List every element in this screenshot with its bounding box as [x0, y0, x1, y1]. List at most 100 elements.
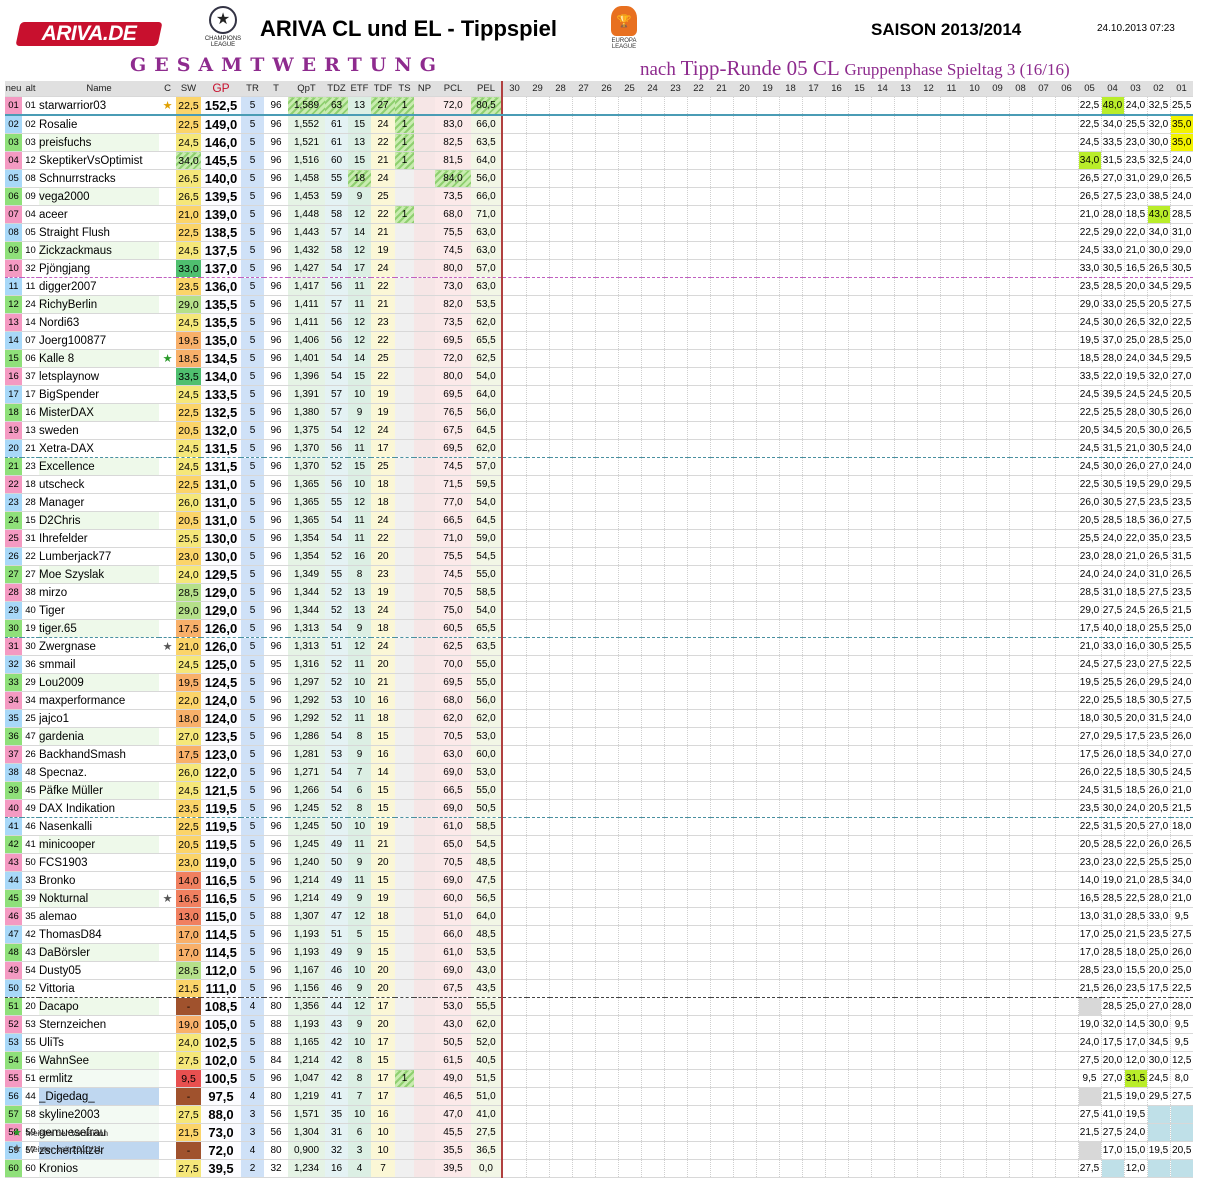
cell-name[interactable]: starwarrior03: [39, 96, 159, 116]
table-row[interactable]: 43 50 FCS1903 23,0 119,0 5 96 1,240 50 9 20 70,5 48,…: [5, 853, 1193, 872]
cell-name[interactable]: Tiger: [39, 601, 159, 620]
cell-name[interactable]: smmail: [39, 655, 159, 674]
cell-name[interactable]: ermlitz: [39, 1069, 159, 1088]
col-round[interactable]: 08: [1009, 81, 1032, 97]
col-pcl[interactable]: PCL: [435, 81, 471, 97]
cell-name[interactable]: SkeptikerVsOptimist: [39, 151, 159, 170]
col-round[interactable]: 20: [733, 81, 756, 97]
cell-name[interactable]: Nokturnal: [39, 889, 159, 908]
cell-name[interactable]: BigSpender: [39, 385, 159, 404]
cell-name[interactable]: Lumberjack77: [39, 547, 159, 566]
table-row[interactable]: 51 20 Dacapo -108,5 4 80 1,356 44 12 17 53,0 55,5 28…: [5, 997, 1193, 1016]
table-row[interactable]: 15 06 Kalle 8 ★ 18,5 134,5 5 96 1,401 54 14 25 72,0 6…: [5, 349, 1193, 368]
col-np[interactable]: NP: [414, 81, 435, 97]
table-row[interactable]: 17 17 BigSpender 24,5 133,5 5 96 1,391 57 10 19 69,…: [5, 385, 1193, 404]
col-t[interactable]: T: [264, 81, 288, 97]
table-row[interactable]: 57 58 skyline2003 27,5 88,0 3 56 1,571 35 10 16 47,…: [5, 1105, 1193, 1124]
col-round-recent[interactable]: 04: [1101, 81, 1124, 97]
table-row[interactable]: 56 44 _Digedag_ -97,5 4 80 1,219 41 7 17 46,5 51,0 2…: [5, 1087, 1193, 1106]
cell-name[interactable]: DAX Indikation: [39, 799, 159, 818]
col-name[interactable]: Name: [39, 81, 159, 97]
table-row[interactable]: 18 16 MisterDAX 22,5 132,5 5 96 1,380 57 9 19 76,5 5…: [5, 403, 1193, 422]
col-neu[interactable]: neu: [5, 81, 22, 97]
col-etf[interactable]: ETF: [348, 81, 371, 97]
table-row[interactable]: 53 55 UliTs 24,0 102,5 5 88 1,165 42 10 17 50,5 52,0…: [5, 1033, 1193, 1052]
table-row[interactable]: 37 26 BackhandSmash 17,5 123,0 5 96 1,281 53 9 16 6…: [5, 745, 1193, 764]
col-round[interactable]: 14: [871, 81, 894, 97]
cell-name[interactable]: Vittoria: [39, 979, 159, 998]
cell-name[interactable]: mirzo: [39, 583, 159, 602]
table-row[interactable]: 41 46 Nasenkalli 22,5 119,5 5 96 1,245 50 10 19 61,…: [5, 817, 1193, 836]
col-round[interactable]: 23: [664, 81, 687, 97]
table-row[interactable]: 46 35 alemao 13,0 115,0 5 88 1,307 47 12 18 51,0 64,…: [5, 907, 1193, 926]
table-row[interactable]: 31 30 Zwergnase ★ 21,0 126,0 5 96 1,313 51 12 24 62,…: [5, 637, 1193, 656]
col-round[interactable]: 12: [917, 81, 940, 97]
cell-name[interactable]: DaBörsler: [39, 943, 159, 962]
table-row[interactable]: 36 47 gardenia 27,0 123,5 5 96 1,286 54 8 15 70,5 53…: [5, 727, 1193, 746]
table-row[interactable]: 50 52 Vittoria 21,5 111,0 5 96 1,156 46 9 20 67,5 43…: [5, 979, 1193, 998]
table-row[interactable]: 44 33 Bronko 14,0 116,5 5 96 1,214 49 11 15 69,0 47,…: [5, 871, 1193, 890]
cell-name[interactable]: MisterDAX: [39, 403, 159, 422]
table-row[interactable]: 27 27 Moe Szyslak 24,0 129,5 5 96 1,349 55 8 23 74,…: [5, 565, 1193, 584]
cell-name[interactable]: Sternzeichen: [39, 1015, 159, 1034]
cell-name[interactable]: Kalle 8: [39, 349, 159, 368]
cell-name[interactable]: Pjöngjang: [39, 259, 159, 278]
table-row[interactable]: 20 21 Xetra-DAX 24,5 131,5 5 96 1,370 56 11 17 69,5…: [5, 439, 1193, 458]
table-row[interactable]: 24 15 D2Chris 20,5 131,0 5 96 1,365 54 11 24 66,5 64…: [5, 511, 1193, 530]
cell-name[interactable]: Rosalie: [39, 115, 159, 134]
cell-name[interactable]: FCS1903: [39, 853, 159, 872]
col-round[interactable]: 22: [687, 81, 710, 97]
table-row[interactable]: 29 40 Tiger 29,0 129,0 5 96 1,344 52 13 24 75,0 54,0…: [5, 601, 1193, 620]
col-round[interactable]: 21: [710, 81, 733, 97]
table-row[interactable]: 49 54 Dusty05 28,5 112,0 5 96 1,167 46 10 20 69,0 43…: [5, 961, 1193, 980]
table-row[interactable]: 26 22 Lumberjack77 23,0 130,0 5 96 1,354 52 16 20 7…: [5, 547, 1193, 566]
cell-name[interactable]: minicooper: [39, 835, 159, 854]
col-round[interactable]: 10: [963, 81, 986, 97]
table-row[interactable]: 55 51 ermlitz 9,5 100,5 5 96 1,047 42 8 17 1 49,0 51,…: [5, 1069, 1193, 1088]
cell-name[interactable]: Straight Flush: [39, 223, 159, 242]
table-row[interactable]: 04 12 SkeptikerVsOptimist 34,0 145,5 5 96 1,516…: [5, 151, 1193, 170]
col-round-recent[interactable]: 03: [1124, 81, 1147, 97]
cell-name[interactable]: Joerg100877: [39, 331, 159, 350]
col-round[interactable]: 09: [986, 81, 1009, 97]
table-row[interactable]: 25 31 Ihrefelder 25,5 130,0 5 96 1,354 54 11 22 71,…: [5, 529, 1193, 548]
col-round[interactable]: 25: [618, 81, 641, 97]
col-tdf[interactable]: TDF: [371, 81, 395, 97]
cell-name[interactable]: Xetra-DAX: [39, 439, 159, 458]
table-row[interactable]: 54 56 WahnSee 27,5 102,0 5 84 1,214 42 8 15 61,5 40,…: [5, 1051, 1193, 1070]
table-row[interactable]: 01 01 starwarrior03 ★ 22,5 152,5 5 96 1,589 63 13 2…: [5, 96, 1193, 116]
col-round[interactable]: 19: [756, 81, 779, 97]
col-round-recent[interactable]: 05: [1078, 81, 1101, 97]
col-sw[interactable]: SW: [176, 81, 201, 97]
cell-name[interactable]: Bronko: [39, 871, 159, 890]
table-row[interactable]: 40 49 DAX Indikation 23,5 119,5 5 96 1,245 52 8 15…: [5, 799, 1193, 818]
col-round[interactable]: 06: [1055, 81, 1078, 97]
cell-name[interactable]: Lou2009: [39, 673, 159, 692]
col-round[interactable]: 17: [802, 81, 825, 97]
cell-name[interactable]: Zwergnase: [39, 637, 159, 656]
cell-name[interactable]: Ihrefelder: [39, 529, 159, 548]
table-row[interactable]: 42 41 minicooper 20,5 119,5 5 96 1,245 49 11 21 65,…: [5, 835, 1193, 854]
cell-name[interactable]: _Digedag_: [39, 1087, 159, 1106]
col-ts[interactable]: TS: [395, 81, 414, 97]
col-round[interactable]: 27: [572, 81, 595, 97]
cell-name[interactable]: Päfke Müller: [39, 781, 159, 800]
col-pel[interactable]: PEL: [471, 81, 503, 97]
col-tr[interactable]: TR: [241, 81, 264, 97]
table-row[interactable]: 19 13 sweden 20,5 132,0 5 96 1,375 54 12 24 67,5 64,…: [5, 421, 1193, 440]
table-row[interactable]: 07 04 aceer 21,0 139,0 5 96 1,448 58 12 22 1 68,0 71,…: [5, 205, 1193, 224]
table-row[interactable]: 09 10 Zickzackmaus 24,5 137,5 5 96 1,432 58 12 19 7…: [5, 241, 1193, 260]
cell-name[interactable]: Kronios: [39, 1159, 159, 1178]
table-row[interactable]: 23 28 Manager 26,0 131,0 5 96 1,365 55 12 18 77,0 54…: [5, 493, 1193, 512]
cell-name[interactable]: letsplaynow: [39, 367, 159, 386]
table-row[interactable]: 21 23 Excellence 24,5 131,5 5 96 1,370 52 15 25 74,…: [5, 457, 1193, 476]
table-row[interactable]: 08 05 Straight Flush 22,5 138,5 5 96 1,443 57 14 2…: [5, 223, 1193, 242]
cell-name[interactable]: vega2000: [39, 187, 159, 206]
cell-name[interactable]: digger2007: [39, 277, 159, 296]
cell-name[interactable]: gardenia: [39, 727, 159, 746]
cell-name[interactable]: WahnSee: [39, 1051, 159, 1070]
table-row[interactable]: 33 29 Lou2009 19,5 124,5 5 96 1,297 52 10 21 69,5 55…: [5, 673, 1193, 692]
col-round[interactable]: 15: [848, 81, 871, 97]
cell-name[interactable]: preisfuchs: [39, 133, 159, 152]
cell-name[interactable]: skyline2003: [39, 1105, 159, 1124]
